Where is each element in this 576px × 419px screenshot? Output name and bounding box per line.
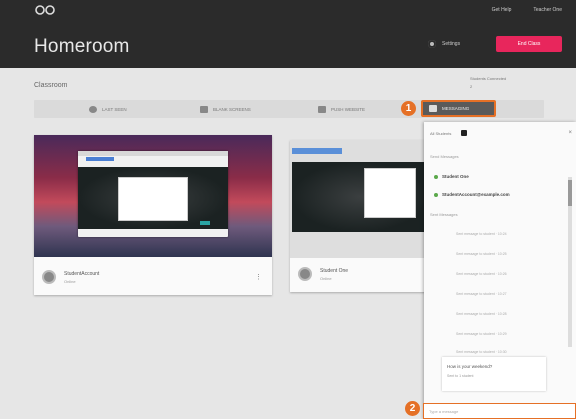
message-history-item: Sent message to student · 10:24 bbox=[456, 232, 507, 236]
clock-icon bbox=[89, 105, 97, 113]
student-status: Online bbox=[64, 278, 76, 284]
sent-message-text: How is your weekend? bbox=[447, 364, 493, 369]
message-history-item: Sent message to student · 10:27 bbox=[456, 292, 507, 296]
student-count-label: Students Connected bbox=[470, 76, 507, 81]
messaging-panel: All Students × Send Messages Student One… bbox=[424, 122, 576, 419]
recipient-name: StudentAccount@example.com bbox=[442, 192, 510, 197]
panel-header: All Students bbox=[430, 130, 468, 136]
push-website-label: PUSH WEBSITE bbox=[331, 106, 366, 112]
recipient-select[interactable]: All Students bbox=[430, 131, 451, 136]
settings-button[interactable]: Settings bbox=[428, 40, 460, 48]
recipient-entry[interactable]: Student One bbox=[434, 174, 469, 179]
more-options-icon[interactable]: ⋮ bbox=[255, 273, 262, 281]
last-seen-label: LAST SEEN bbox=[102, 106, 127, 112]
gear-icon bbox=[428, 40, 436, 48]
push-icon bbox=[318, 105, 326, 113]
student-name-text: Student One bbox=[320, 267, 349, 274]
sent-message-card: How is your weekend? Sent to 1 student bbox=[442, 357, 546, 391]
callout-1: 1 bbox=[401, 101, 416, 116]
online-dot-icon bbox=[434, 174, 438, 179]
student-card-footer: Student One Online bbox=[290, 256, 430, 292]
section-send-label: Send Messages bbox=[430, 154, 459, 159]
avatar bbox=[42, 270, 56, 284]
student-name: Student One Online bbox=[320, 268, 348, 281]
student-card[interactable]: Student One Online bbox=[290, 140, 430, 292]
student-name-text: StudentAccount bbox=[64, 270, 100, 277]
top-links: Get Help Teacher One bbox=[492, 7, 562, 13]
student-screen-thumbnail[interactable] bbox=[290, 140, 430, 258]
messaging-label: MESSAGING bbox=[442, 106, 470, 111]
blank-screens-button[interactable]: BLANK SCREENS bbox=[200, 104, 251, 114]
callout-2: 2 bbox=[405, 401, 420, 416]
message-history-item: Sent message to student · 10:30 bbox=[456, 350, 507, 354]
page-title: Homeroom bbox=[34, 36, 130, 57]
recipient-name: Student One bbox=[442, 174, 469, 179]
close-icon[interactable]: × bbox=[568, 130, 572, 136]
homeroom-logo bbox=[35, 5, 55, 15]
account-menu[interactable]: Teacher One bbox=[533, 7, 562, 13]
blank-screens-label: BLANK SCREENS bbox=[213, 106, 251, 112]
student-count-value: 2 bbox=[470, 84, 473, 89]
avatar bbox=[298, 267, 312, 281]
student-card-footer: StudentAccount Online ⋮ bbox=[34, 259, 272, 295]
thumb-browser-window bbox=[78, 151, 228, 237]
screen-icon bbox=[200, 105, 208, 113]
message-history-item: Sent message to student · 10:25 bbox=[456, 252, 507, 256]
student-screen-thumbnail[interactable] bbox=[34, 135, 272, 257]
message-history-item: Sent message to student · 10:29 bbox=[456, 332, 507, 336]
student-name: StudentAccount Online bbox=[64, 271, 99, 284]
classroom-label: Classroom bbox=[34, 82, 68, 89]
recipient-entry[interactable]: StudentAccount@example.com bbox=[434, 192, 510, 197]
message-history-item: Sent message to student · 10:26 bbox=[456, 272, 507, 276]
message-input[interactable]: Type a message bbox=[423, 403, 576, 419]
last-seen-button[interactable]: LAST SEEN bbox=[89, 104, 127, 114]
panel-scroll-thumb[interactable] bbox=[568, 180, 572, 206]
section-history-label: Sent Messages bbox=[430, 212, 458, 217]
student-card[interactable]: StudentAccount Online ⋮ bbox=[34, 135, 272, 295]
app-header: Get Help Teacher One Homeroom Settings E… bbox=[0, 0, 576, 68]
sent-message-meta: Sent to 1 student bbox=[447, 374, 474, 378]
chat-icon bbox=[461, 130, 468, 136]
messaging-button[interactable]: MESSAGING bbox=[421, 100, 496, 117]
online-dot-icon bbox=[434, 192, 438, 197]
student-status: Online bbox=[320, 275, 332, 281]
end-class-button[interactable]: End Class bbox=[496, 36, 562, 52]
push-website-button[interactable]: PUSH WEBSITE bbox=[318, 104, 365, 114]
student-count: Students Connected 2 bbox=[470, 76, 540, 89]
settings-label: Settings bbox=[442, 41, 461, 47]
message-history-item: Sent message to student · 10:28 bbox=[456, 312, 507, 316]
help-link[interactable]: Get Help bbox=[492, 7, 512, 13]
message-icon bbox=[429, 105, 437, 112]
